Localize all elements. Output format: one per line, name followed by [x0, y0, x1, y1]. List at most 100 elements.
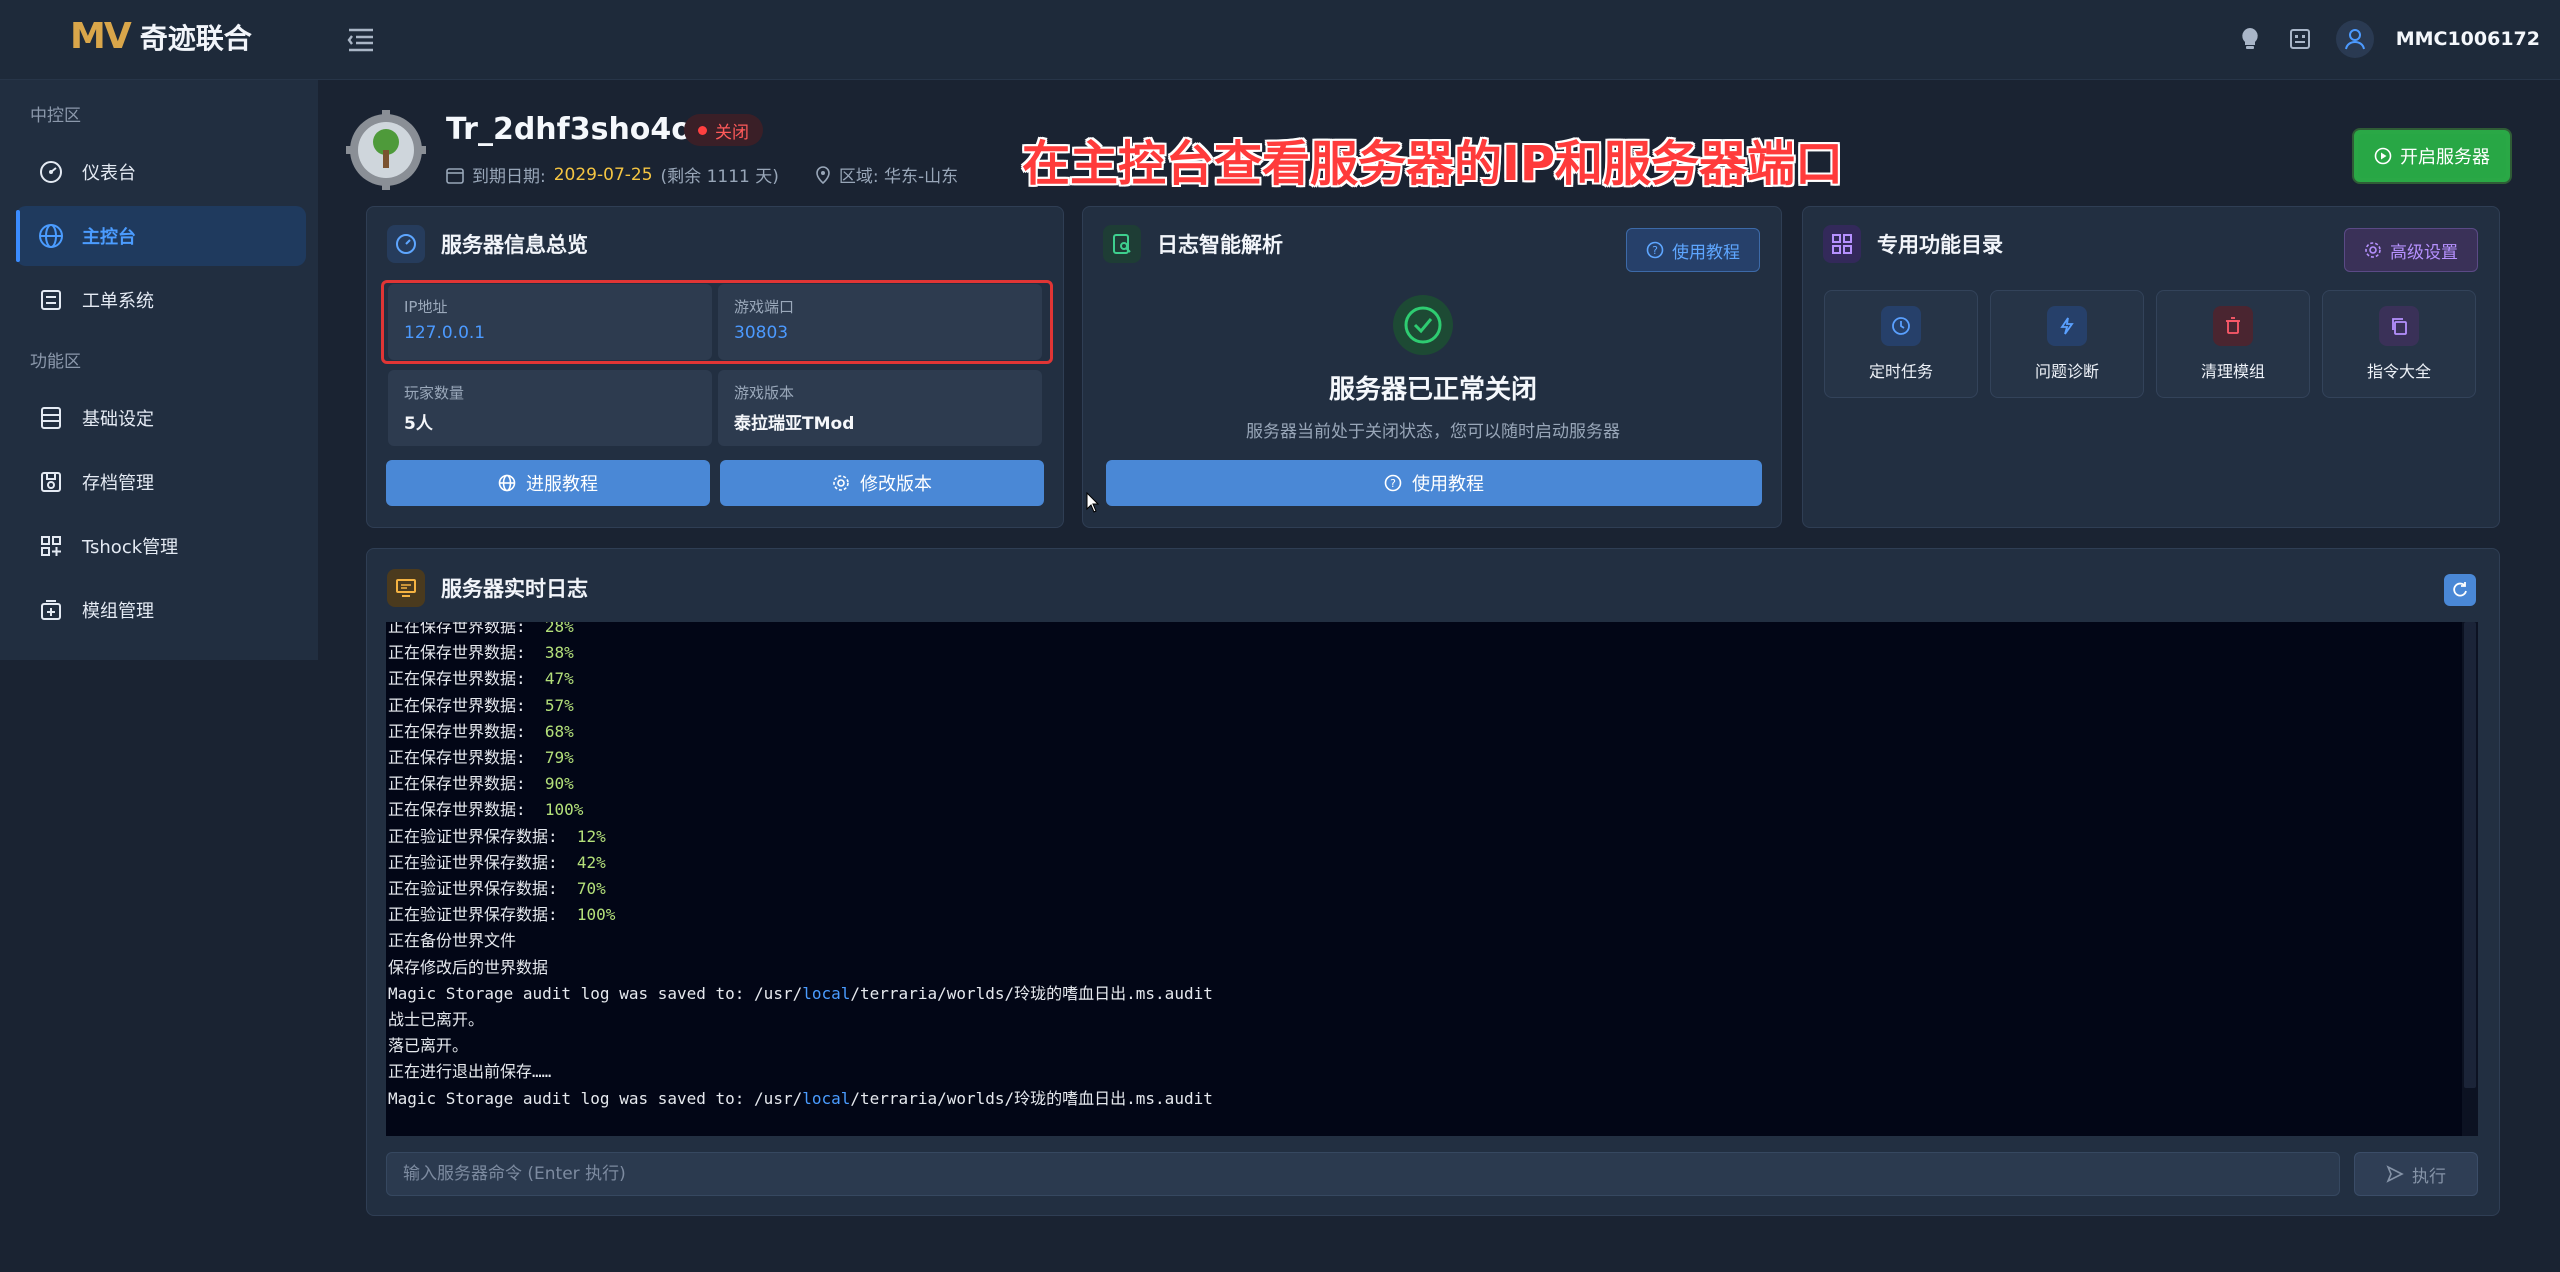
- log-status-title: 服务器已正常关闭: [1328, 375, 1537, 405]
- remaining-days: (剩余 1111 天): [660, 167, 779, 187]
- func-commands[interactable]: 指令大全: [2322, 290, 2476, 398]
- log-line: 正在保存世界数据: 90%: [388, 774, 574, 794]
- advanced-settings-button[interactable]: 高级设置: [2344, 228, 2478, 272]
- expiry-date: 2029-07-25: [553, 164, 653, 185]
- sidebar-item-label: 基础设定: [82, 409, 154, 430]
- function-directory-title: 专用功能目录: [1877, 233, 2003, 257]
- package-plus-icon: [38, 597, 64, 623]
- log-line: Magic Storage audit log was saved to: /u…: [388, 1088, 1213, 1108]
- version-value: 泰拉瑞亚TMod: [734, 414, 855, 434]
- user-icon: [2344, 29, 2365, 50]
- sidebar-item-label: 模组管理: [82, 601, 154, 622]
- clock-icon: [1881, 306, 1921, 346]
- log-line: 落已离开。: [388, 1036, 469, 1056]
- log-line: 正在保存世界数据: 28%: [388, 622, 574, 636]
- top-bar: MV 奇迹联合 MMC1006172: [0, 0, 2560, 80]
- log-line: 正在保存世界数据: 57%: [388, 695, 574, 715]
- refresh-icon: [2453, 582, 2467, 597]
- lightning-icon: [2047, 306, 2087, 346]
- log-status-desc: 服务器当前处于关闭状态，您可以随时启动服务器: [1246, 422, 1620, 442]
- log-line: 正在备份世界文件: [388, 931, 517, 951]
- function-directory-header: 专用功能目录: [1823, 225, 2003, 263]
- refresh-button[interactable]: [2444, 574, 2476, 606]
- log-line: 正在验证世界保存数据: 12%: [388, 826, 606, 846]
- log-line: 正在保存世界数据: 100%: [388, 800, 584, 820]
- robot-icon[interactable]: [2286, 25, 2314, 53]
- ticket-list-icon: [38, 287, 64, 313]
- svg-text:?: ?: [1390, 477, 1396, 490]
- func-label: 问题诊断: [2034, 362, 2099, 381]
- globe-icon: [38, 223, 64, 249]
- sidebar-item-label: 仪表台: [82, 163, 136, 184]
- game-version-tile: 游戏版本 泰拉瑞亚TMod: [718, 370, 1042, 446]
- highlight-box: [381, 280, 1053, 364]
- func-label: 指令大全: [2366, 362, 2431, 381]
- func-diagnostics[interactable]: 问题诊断: [1990, 290, 2144, 398]
- log-scroll-thumb[interactable]: [2464, 622, 2476, 1088]
- func-scheduled-tasks[interactable]: 定时任务: [1824, 290, 1978, 398]
- func-clean-mods[interactable]: 清理模组: [2156, 290, 2310, 398]
- sidebar-item-label: Tshock管理: [82, 537, 179, 558]
- brand-name: 奇迹联合: [139, 21, 252, 55]
- sidebar-item-basic-settings[interactable]: 基础设定: [16, 388, 306, 448]
- document-search-icon: [1103, 225, 1141, 263]
- log-terminal[interactable]: 正在保存世界数据: 28% 正在保存世界数据: 38% 正在保存世界数据: 47% 正…: [386, 622, 2478, 1136]
- players-value: 5人: [404, 414, 433, 434]
- log-lines: 正在保存世界数据: 28% 正在保存世界数据: 38% 正在保存世界数据: 47% 正…: [388, 622, 2448, 1112]
- start-server-button[interactable]: 开启服务器: [2352, 128, 2512, 184]
- log-scrollbar[interactable]: [2462, 622, 2478, 1136]
- sidebar-item-label: 主控台: [82, 227, 136, 248]
- sidebar: 中控区 仪表台 主控台 工单系统 功能区 基础设定 存档管理 Tshock管理 …: [0, 80, 318, 660]
- play-circle-icon: [2374, 147, 2392, 165]
- modify-version-button[interactable]: 修改版本: [720, 460, 1044, 506]
- sidebar-item-archive[interactable]: 存档管理: [16, 452, 306, 512]
- lightbulb-icon[interactable]: [2236, 25, 2264, 53]
- top-right-tools: MMC1006172: [2236, 20, 2540, 58]
- check-circle-icon: [1393, 295, 1453, 355]
- sidebar-item-mods[interactable]: 模组管理: [16, 580, 306, 640]
- brand-logo[interactable]: MV 奇迹联合: [70, 16, 252, 57]
- user-name[interactable]: MMC1006172: [2396, 28, 2540, 50]
- sidebar-item-tshock[interactable]: Tshock管理: [16, 516, 306, 576]
- globe-icon: [498, 474, 516, 492]
- send-icon: [2386, 1165, 2404, 1183]
- sidebar-item-tickets[interactable]: 工单系统: [16, 270, 306, 330]
- log-tutorial-button[interactable]: ? 使用教程: [1626, 228, 1760, 272]
- apps-grid-icon: [1823, 225, 1861, 263]
- realtime-log-header: 服务器实时日志: [387, 569, 588, 607]
- player-count-tile: 玩家数量 5人: [388, 370, 712, 446]
- execute-button[interactable]: 执行: [2354, 1152, 2478, 1196]
- log-line: 正在保存世界数据: 68%: [388, 721, 574, 741]
- log-line: 正在保存世界数据: 79%: [388, 748, 574, 768]
- log-line: 正在验证世界保存数据: 100%: [388, 905, 616, 925]
- log-tutorial-label: 使用教程: [1672, 242, 1740, 263]
- user-avatar[interactable]: [2335, 20, 2374, 58]
- realtime-log-title: 服务器实时日志: [441, 577, 588, 601]
- sidebar-item-console[interactable]: 主控台: [16, 206, 306, 266]
- players-label: 玩家数量: [404, 384, 465, 402]
- location-icon: [816, 165, 830, 184]
- join-tutorial-label: 进服教程: [526, 474, 598, 495]
- server-region: 区域: 华东-山东: [838, 167, 959, 187]
- sidebar-group-function: 功能区: [30, 351, 81, 372]
- sidebar-item-label: 工单系统: [82, 291, 154, 312]
- log-analysis-header: 日志智能解析: [1103, 225, 1283, 263]
- log-bottom-tutorial-button[interactable]: ? 使用教程: [1106, 460, 1762, 506]
- annotation-banner: 在主控台查看服务器的IP和服务器端口: [1022, 136, 1844, 192]
- gear-icon: [833, 475, 849, 491]
- gauge-icon: [387, 225, 425, 263]
- copy-icon: [2379, 306, 2419, 346]
- sidebar-item-dashboard[interactable]: 仪表台: [16, 142, 306, 202]
- status-text: 关闭: [715, 122, 749, 143]
- command-input[interactable]: [386, 1152, 2340, 1196]
- settings-list-icon: [38, 405, 64, 431]
- collapse-menu-icon[interactable]: [346, 26, 376, 54]
- log-line: Magic Storage audit log was saved to: /u…: [388, 983, 1213, 1003]
- log-line: 保存修改后的世界数据: [388, 957, 549, 977]
- join-tutorial-button[interactable]: 进服教程: [386, 460, 710, 506]
- func-label: 定时任务: [1868, 362, 1933, 381]
- gear-icon: [2365, 242, 2381, 258]
- version-label: 游戏版本: [734, 384, 795, 402]
- server-meta: 到期日期: 2029-07-25 (剩余 1111 天) 区域: 华东-山东: [446, 162, 958, 187]
- dashboard-icon: [38, 159, 64, 185]
